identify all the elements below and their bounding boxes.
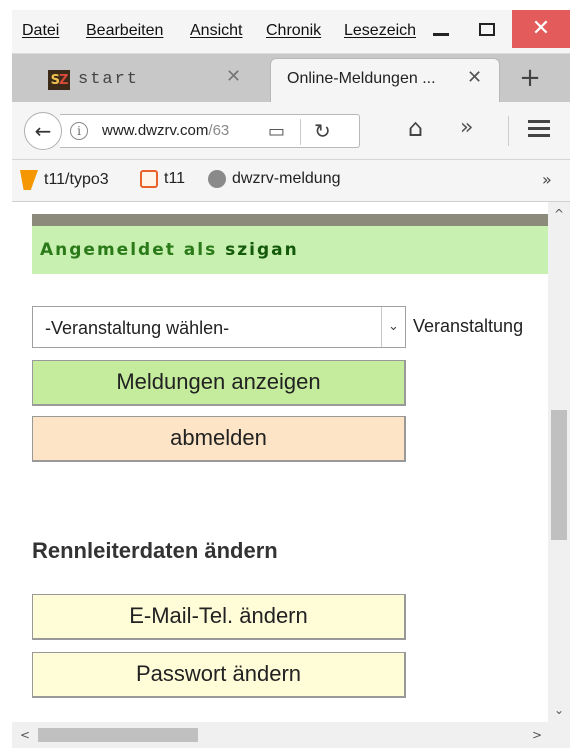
bookmarks-overflow-icon[interactable]: » xyxy=(542,170,552,189)
logged-in-label: Angemeldet als xyxy=(40,240,226,260)
info-icon[interactable]: i xyxy=(70,122,88,140)
page-content: Angemeldet als szigan -Veranstaltung wäh… xyxy=(12,202,548,722)
menu-ansicht[interactable]: Ansicht xyxy=(190,22,242,40)
stz-favicon-icon: SZ xyxy=(48,70,70,90)
scroll-down-icon[interactable]: ⌄ xyxy=(548,700,570,720)
globe-icon xyxy=(208,170,226,188)
new-tab-button[interactable]: + xyxy=(510,62,550,96)
typo3-icon xyxy=(20,170,38,190)
url-bar[interactable]: i www.dwzrv.com/63 ▭ ↻ xyxy=(60,114,360,148)
tab-bar: SZ start ✕ Online-Meldungen ... ✕ + xyxy=(12,54,570,102)
url-text: www.dwzrv.com/63 xyxy=(102,122,230,139)
bookmark-dwzrv-meldung[interactable]: dwzrv-meldung xyxy=(208,170,340,188)
show-reports-button[interactable]: Meldungen anzeigen xyxy=(32,360,406,406)
username: szigan xyxy=(225,240,299,260)
event-select[interactable]: -Veranstaltung wählen- ⌄ xyxy=(32,306,406,348)
menu-bar: Datei Bearbeiten Ansicht Chronik Lesezei… xyxy=(12,10,570,54)
maximize-icon xyxy=(479,22,495,36)
t11-icon xyxy=(140,170,158,188)
close-window-button[interactable]: ✕ xyxy=(512,10,570,48)
toolbar-overflow-icon[interactable]: » xyxy=(460,115,473,140)
tab-title: Online-Meldungen ... xyxy=(287,70,436,87)
reader-view-icon[interactable]: ▭ xyxy=(268,121,285,142)
minimize-button[interactable] xyxy=(420,10,462,48)
horizontal-scroll-thumb[interactable] xyxy=(38,728,198,742)
event-select-value: -Veranstaltung wählen- xyxy=(45,318,230,338)
menu-chronik[interactable]: Chronik xyxy=(266,22,321,40)
reload-icon[interactable]: ↻ xyxy=(314,119,331,143)
scroll-up-icon[interactable]: ^ xyxy=(548,204,570,224)
scroll-left-icon[interactable]: < xyxy=(14,722,36,748)
menu-lesezeichen[interactable]: Lesezeich xyxy=(344,22,416,40)
logged-in-banner: Angemeldet als szigan xyxy=(32,226,548,274)
tab-close-icon[interactable]: ✕ xyxy=(226,66,241,87)
url-divider xyxy=(300,119,301,145)
tab-online-meldungen[interactable]: Online-Meldungen ... ✕ xyxy=(270,58,500,102)
menu-datei[interactable]: Datei xyxy=(22,22,59,40)
browser-window: Datei Bearbeiten Ansicht Chronik Lesezei… xyxy=(0,0,576,753)
scrollbar-corner xyxy=(548,722,570,748)
horizontal-scrollbar[interactable]: < > xyxy=(12,722,570,748)
logout-button[interactable]: abmelden xyxy=(32,416,406,462)
change-password-button[interactable]: Passwort ändern xyxy=(32,652,406,698)
event-select-label: Veranstaltung xyxy=(413,316,524,336)
vertical-scroll-thumb[interactable] xyxy=(551,410,567,540)
toolbar-divider xyxy=(508,116,509,146)
vertical-scrollbar[interactable]: ^ ⌄ xyxy=(548,202,570,722)
tab-close-icon[interactable]: ✕ xyxy=(467,67,482,88)
header-bar xyxy=(32,214,548,226)
home-icon[interactable]: ⌂ xyxy=(408,114,423,142)
hamburger-menu-icon[interactable] xyxy=(528,120,550,138)
navigation-toolbar: i www.dwzrv.com/63 ▭ ↻ ← ⌂ » xyxy=(12,102,570,160)
chevron-down-icon[interactable]: ⌄ xyxy=(381,307,405,347)
bookmarks-toolbar: t11/typo3 t11 dwzrv-meldung » xyxy=(12,160,570,202)
tab-start[interactable]: SZ start ✕ xyxy=(12,58,262,102)
menu-bearbeiten[interactable]: Bearbeiten xyxy=(86,22,163,40)
tab-title: start xyxy=(78,70,140,89)
scroll-right-icon[interactable]: > xyxy=(526,722,548,748)
section-title: Rennleiterdaten ändern xyxy=(32,538,278,563)
maximize-button[interactable] xyxy=(466,10,508,48)
back-button[interactable]: ← xyxy=(24,112,62,150)
back-arrow-icon: ← xyxy=(34,119,52,143)
bookmark-typo3[interactable]: t11/typo3 xyxy=(20,170,109,190)
close-icon: ✕ xyxy=(531,16,551,41)
bookmark-t11[interactable]: t11 xyxy=(140,170,185,188)
minimize-icon xyxy=(433,32,449,36)
change-email-button[interactable]: E-Mail-Tel. ändern xyxy=(32,594,406,640)
